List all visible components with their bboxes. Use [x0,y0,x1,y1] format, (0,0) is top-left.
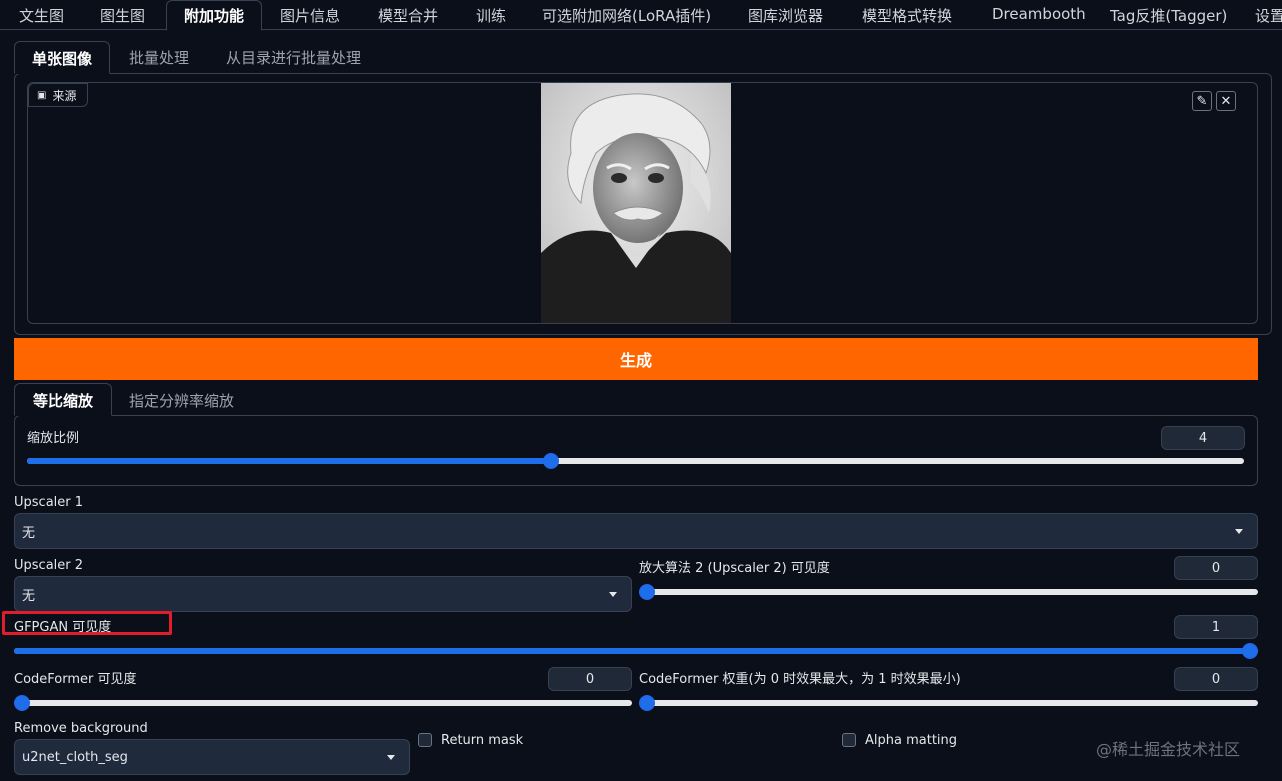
watermark: @稀土掘金技术社区 [1096,740,1241,759]
pencil-icon[interactable]: ✎ [1192,91,1212,111]
tab-png-info[interactable]: 图片信息 [280,0,340,30]
upscaler2-visibility-input[interactable]: 0 [1174,556,1258,580]
source-image [541,83,731,323]
upscaler1-select[interactable]: 无 [14,513,1258,549]
return-mask-label[interactable]: Return mask [441,733,523,748]
tab-train[interactable]: 训练 [476,0,506,30]
tab-image-browser[interactable]: 图库浏览器 [748,0,823,30]
remove-background-label: Remove background [14,721,148,736]
tab-scale-to[interactable]: 指定分辨率缩放 [129,390,234,411]
upscaler1-label: Upscaler 1 [14,495,84,510]
codeformer-visibility-input[interactable]: 0 [548,667,632,691]
codeformer-weight-label: CodeFormer 权重(为 0 时效果最大，为 1 时效果最小) [639,672,961,687]
return-mask-checkbox[interactable] [418,733,432,747]
upscaler2-value: 无 [22,588,36,604]
chevron-down-icon [609,592,617,597]
gfpgan-label: GFPGAN 可见度 [14,620,112,635]
codeformer-weight-input[interactable]: 0 [1174,667,1258,691]
remove-background-value: u2net_cloth_seg [22,749,128,765]
upscaler2-label: Upscaler 2 [14,558,84,573]
tab-scale-by[interactable]: 等比缩放 [14,383,112,416]
scale-slider[interactable] [27,453,1244,469]
gfpgan-number-input[interactable]: 1 [1174,615,1258,639]
gfpgan-slider[interactable] [14,643,1258,659]
alpha-matting-label[interactable]: Alpha matting [865,733,957,748]
tab-batch-process[interactable]: 批量处理 [129,47,189,68]
source-label: ▣ 来源 [28,83,88,107]
tab-settings[interactable]: 设置 [1255,0,1282,30]
upscaler1-value: 无 [22,525,36,541]
top-tab-bar: 文生图 图生图 附加功能 图片信息 模型合并 训练 可选附加网络(LoRA插件)… [0,0,1282,31]
generate-button[interactable]: 生成 [14,338,1258,380]
close-icon[interactable]: ✕ [1216,91,1236,111]
alpha-matting-checkbox[interactable] [842,733,856,747]
slider-thumb[interactable] [639,584,655,600]
chevron-down-icon [1235,529,1243,534]
tab-batch-from-directory[interactable]: 从目录进行批量处理 [226,47,361,68]
tab-single-image[interactable]: 单张图像 [14,41,110,74]
portrait-illustration [541,83,731,323]
upscaler2-visibility-label: 放大算法 2 (Upscaler 2) 可见度 [639,561,830,576]
upscaler2-select[interactable]: 无 [14,576,632,612]
codeformer-visibility-slider[interactable] [14,695,632,711]
scale-label: 缩放比例 [27,431,80,446]
slider-thumb[interactable] [1242,643,1258,659]
codeformer-visibility-label: CodeFormer 可见度 [14,672,137,687]
resize-panel [14,415,1258,486]
tab-checkpoint-merger[interactable]: 模型合并 [378,0,438,30]
slider-thumb[interactable] [543,453,560,469]
tab-tagger[interactable]: Tag反推(Tagger) [1110,0,1227,30]
upscaler2-visibility-slider[interactable] [639,584,1258,600]
slider-track [14,700,632,706]
slider-thumb[interactable] [639,695,655,711]
image-icon: ▣ [37,89,47,101]
slider-track [639,700,1258,706]
slider-track [639,589,1258,595]
tab-additional-networks[interactable]: 可选附加网络(LoRA插件) [542,0,711,30]
tab-dreambooth[interactable]: Dreambooth [992,0,1086,30]
tab-extras[interactable]: 附加功能 [166,0,262,31]
codeformer-weight-slider[interactable] [639,695,1258,711]
slider-fill [14,648,1250,654]
remove-background-select[interactable]: u2net_cloth_seg [14,739,410,775]
tab-img2img[interactable]: 图生图 [100,0,145,30]
slider-thumb[interactable] [14,695,30,711]
slider-fill [27,458,552,464]
tab-model-converter[interactable]: 模型格式转换 [862,0,952,30]
tab-txt2img[interactable]: 文生图 [19,0,64,30]
scale-number-input[interactable]: 4 [1161,426,1245,450]
chevron-down-icon [387,755,395,760]
source-label-text: 来源 [52,88,77,103]
